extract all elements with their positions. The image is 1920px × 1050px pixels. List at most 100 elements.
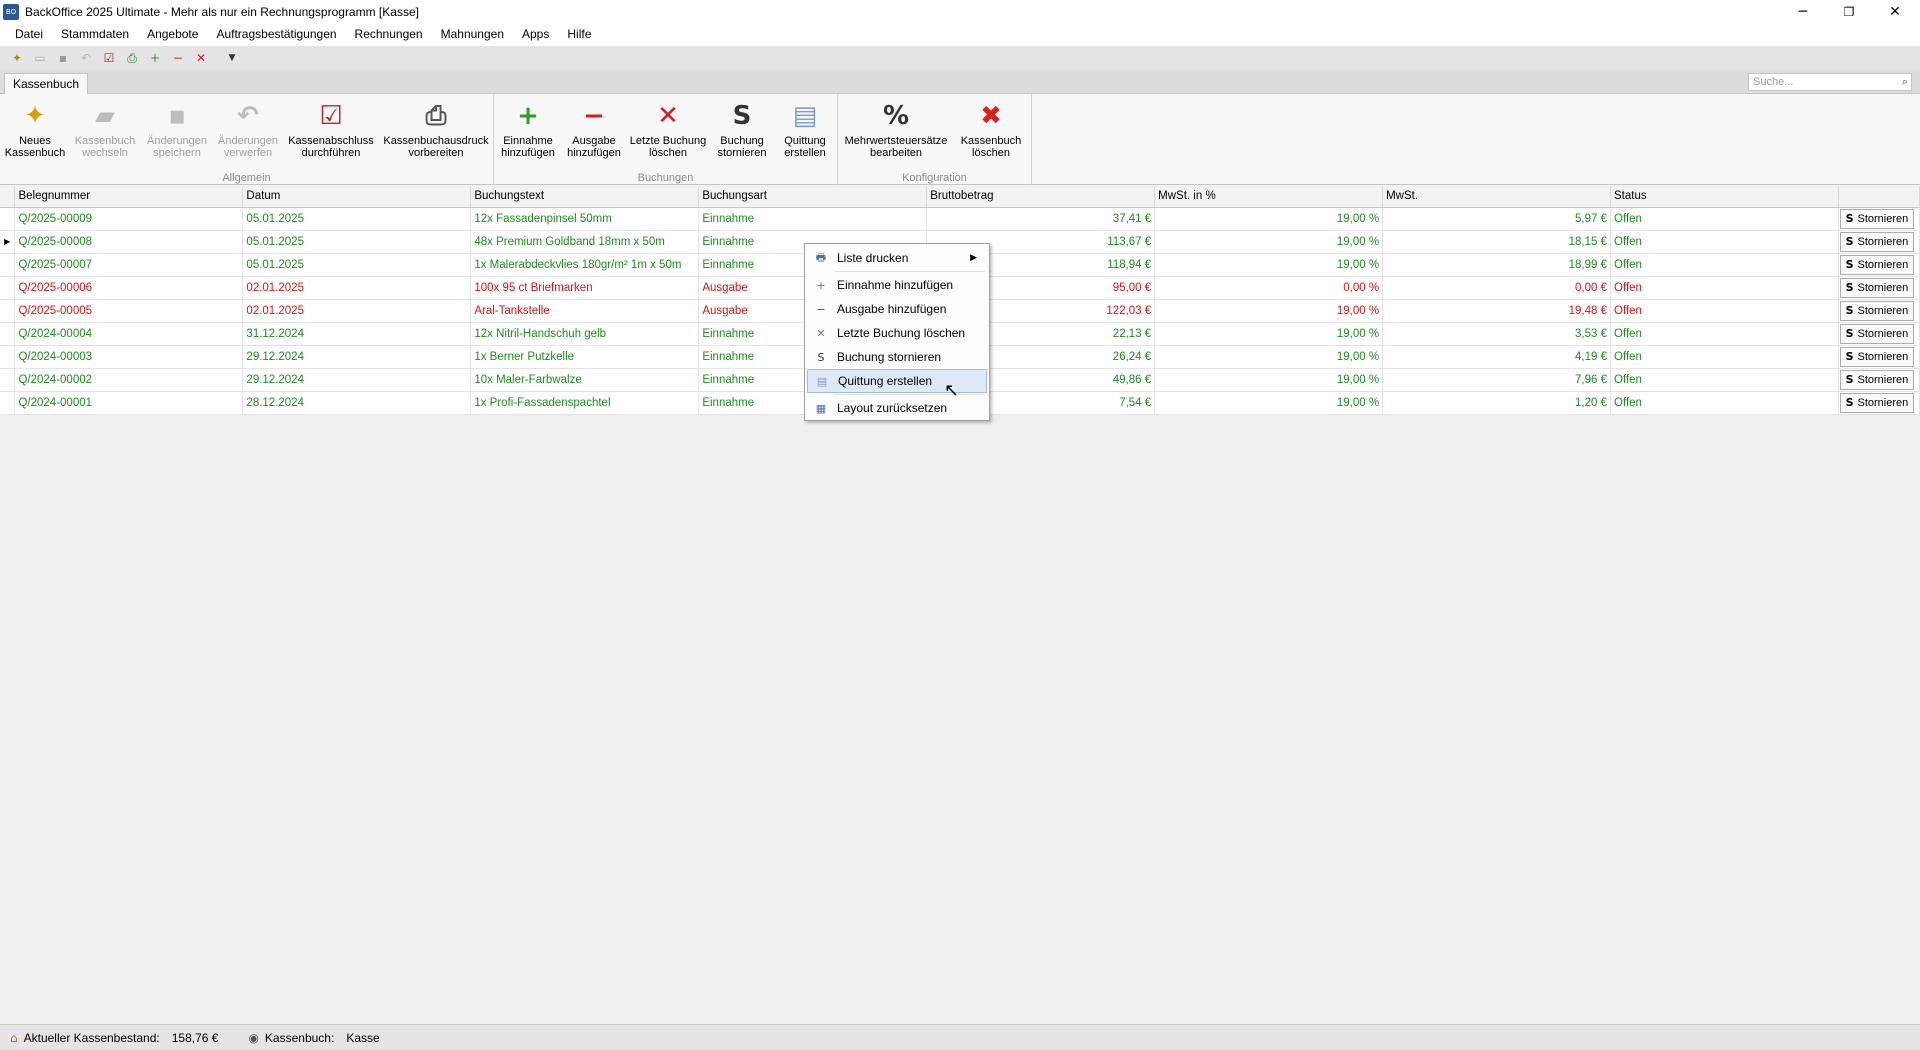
cell-buchungstext[interactable]: 48x Premium Goldband 18mm x 50m — [470, 230, 700, 254]
cell-datum[interactable]: 29.12.2024 — [242, 345, 472, 369]
cell-datum[interactable]: 28.12.2024 — [242, 391, 472, 415]
row-indicator[interactable] — [0, 299, 16, 323]
stornieren-button[interactable]: S Stornieren — [1839, 254, 1914, 275]
context-menu-item[interactable]: ▦ Layout zurücksetzen — [807, 396, 987, 420]
cell-belegnummer[interactable]: Q/2025-00007 — [14, 253, 244, 277]
open-folder-icon[interactable]: ▭ — [31, 49, 49, 67]
context-menu-item[interactable]: − Ausgabe hinzufügen — [807, 297, 987, 321]
new-cashbook-icon[interactable]: ✦ — [8, 49, 26, 67]
menu-stammdaten[interactable]: Stammdaten — [52, 23, 138, 46]
header-mwst-prozent[interactable]: MwSt. in % — [1154, 186, 1384, 208]
table-row[interactable]: Q/2025-00009 05.01.2025 12x Fassadenpinsel… — [0, 207, 1920, 231]
context-menu-item[interactable]: ▤ Quittung erstellen — [807, 369, 987, 393]
search-icon[interactable]: ⌕ — [1902, 74, 1908, 90]
cell-buchungstext[interactable]: 100x 95 ct Briefmarken — [470, 276, 700, 300]
stornieren-button[interactable]: S Stornieren — [1839, 323, 1914, 344]
ausgabe-hinzufuegen-button[interactable]: − Ausgabe hinzufügen — [562, 96, 626, 168]
cell-status[interactable]: Offen — [1610, 276, 1839, 300]
restore-button[interactable]: ❐ — [1826, 0, 1872, 23]
cell-datum[interactable]: 29.12.2024 — [242, 368, 472, 392]
cell-mwst[interactable]: 4,19 € — [1382, 345, 1612, 369]
cell-belegnummer[interactable]: Q/2024-00001 — [14, 391, 244, 415]
cell-mwst[interactable]: 1,20 € — [1382, 391, 1612, 415]
kassenbuchausdruck-button[interactable]: ⎙ Kassenbuchausdruck vorbereiten — [380, 96, 492, 168]
stornieren-button[interactable]: S Stornieren — [1839, 208, 1914, 229]
menu-mahnungen[interactable]: Mahnungen — [432, 23, 513, 46]
cell-buchungstext[interactable]: 1x Profi-Fassadenspachtel — [470, 391, 700, 415]
row-indicator[interactable] — [0, 253, 16, 277]
menu-datei[interactable]: Datei — [6, 23, 52, 46]
minimize-button[interactable]: ─ — [1780, 0, 1826, 23]
cell-mwst-prozent[interactable]: 19,00 % — [1154, 345, 1384, 369]
header-belegnummer[interactable]: Belegnummer — [14, 186, 244, 208]
row-indicator[interactable] — [0, 391, 16, 415]
tab-kassenbuch[interactable]: Kassenbuch — [4, 73, 89, 95]
customize-toolbar-icon[interactable]: ▼ — [223, 49, 241, 67]
cell-mwst-prozent[interactable]: 19,00 % — [1154, 230, 1384, 254]
menu-hilfe[interactable]: Hilfe — [558, 23, 600, 46]
header-buchungstext[interactable]: Buchungstext — [470, 186, 700, 208]
cell-status[interactable]: Offen — [1610, 345, 1839, 369]
stornieren-button[interactable]: S Stornieren — [1839, 300, 1914, 321]
save-icon[interactable]: ▪ — [54, 49, 72, 67]
cell-status[interactable]: Offen — [1610, 207, 1839, 231]
cell-buchungstext[interactable]: 12x Nitril-Handschuh gelb — [470, 322, 700, 346]
letzte-buchung-loeschen-button[interactable]: ✕ Letzte Buchung löschen — [628, 96, 708, 168]
cell-belegnummer[interactable]: Q/2025-00009 — [14, 207, 244, 231]
cell-mwst-prozent[interactable]: 19,00 % — [1154, 299, 1384, 323]
cell-buchungstext[interactable]: 1x Malerabdeckvlies 180gr/m² 1m x 50m — [470, 253, 700, 277]
header-status[interactable]: Status — [1610, 186, 1839, 208]
cell-mwst-prozent[interactable]: 19,00 % — [1154, 322, 1384, 346]
row-indicator[interactable] — [0, 276, 16, 300]
cell-belegnummer[interactable]: Q/2024-00004 — [14, 322, 244, 346]
context-menu-item[interactable]: + Einnahme hinzufügen — [807, 273, 987, 297]
stornieren-button[interactable]: S Stornieren — [1839, 369, 1914, 390]
cell-bruttobetrag[interactable]: 37,41 € — [926, 207, 1156, 231]
add-expense-icon[interactable]: − — [169, 49, 187, 67]
cell-belegnummer[interactable]: Q/2025-00005 — [14, 299, 244, 323]
undo-icon[interactable]: ↶ — [77, 49, 95, 67]
cell-datum[interactable]: 02.01.2025 — [242, 299, 472, 323]
neues-kassenbuch-button[interactable]: ✦ Neues Kassenbuch — [0, 96, 70, 168]
menu-angebote[interactable]: Angebote — [138, 23, 207, 46]
cell-belegnummer[interactable]: Q/2024-00002 — [14, 368, 244, 392]
buchung-stornieren-button[interactable]: S Buchung stornieren — [710, 96, 774, 168]
einnahme-hinzufuegen-button[interactable]: + Einnahme hinzufügen — [496, 96, 560, 168]
cell-datum[interactable]: 05.01.2025 — [242, 207, 472, 231]
cell-status[interactable]: Offen — [1610, 368, 1839, 392]
cell-mwst-prozent[interactable]: 0,00 % — [1154, 276, 1384, 300]
add-income-icon[interactable]: + — [146, 49, 164, 67]
cell-belegnummer[interactable]: Q/2025-00008 — [14, 230, 244, 254]
close-button[interactable]: ✕ — [1872, 0, 1918, 23]
cell-datum[interactable]: 02.01.2025 — [242, 276, 472, 300]
context-menu-item[interactable]: S Buchung stornieren — [807, 345, 987, 369]
kassenabschluss-button[interactable]: ☑ Kassenabschluss durchführen — [285, 96, 377, 168]
delete-booking-icon[interactable]: ✕ — [192, 49, 210, 67]
aenderungen-verwerfen-button[interactable]: ↶ Änderungen verwerfen — [213, 96, 283, 168]
cell-mwst[interactable]: 19,48 € — [1382, 299, 1612, 323]
header-buchungsart[interactable]: Buchungsart — [698, 186, 928, 208]
row-indicator[interactable] — [0, 322, 16, 346]
cell-mwst[interactable]: 7,96 € — [1382, 368, 1612, 392]
cell-mwst[interactable]: 5,97 € — [1382, 207, 1612, 231]
cell-status[interactable]: Offen — [1610, 230, 1839, 254]
cell-buchungstext[interactable]: Aral-Tankstelle — [470, 299, 700, 323]
cell-mwst-prozent[interactable]: 19,00 % — [1154, 253, 1384, 277]
cell-mwst[interactable]: 18,15 € — [1382, 230, 1612, 254]
cell-status[interactable]: Offen — [1610, 391, 1839, 415]
search-input[interactable]: Suche... ⌕ — [1748, 73, 1912, 91]
menu-auftragsbestaetigungen[interactable]: Auftragsbestätigungen — [207, 23, 345, 46]
mwst-bearbeiten-button[interactable]: % Mehrwertsteuersätze bearbeiten — [840, 96, 952, 168]
cell-datum[interactable]: 05.01.2025 — [242, 253, 472, 277]
row-indicator[interactable] — [0, 368, 16, 392]
kassenbuch-wechseln-button[interactable]: ▰ Kassenbuch wechseln — [70, 96, 140, 168]
cell-status[interactable]: Offen — [1610, 253, 1839, 277]
cell-buchungstext[interactable]: 10x Maler-Farbwalze — [470, 368, 700, 392]
cell-mwst[interactable]: 0,00 € — [1382, 276, 1612, 300]
context-menu-item[interactable]: 🖶 Liste drucken ▶ — [807, 246, 987, 270]
stornieren-button[interactable]: S Stornieren — [1839, 346, 1914, 367]
cell-mwst[interactable]: 3,53 € — [1382, 322, 1612, 346]
row-indicator[interactable]: ▶ — [0, 230, 16, 254]
checklist-icon[interactable]: ☑ — [100, 49, 118, 67]
cell-mwst[interactable]: 18,99 € — [1382, 253, 1612, 277]
